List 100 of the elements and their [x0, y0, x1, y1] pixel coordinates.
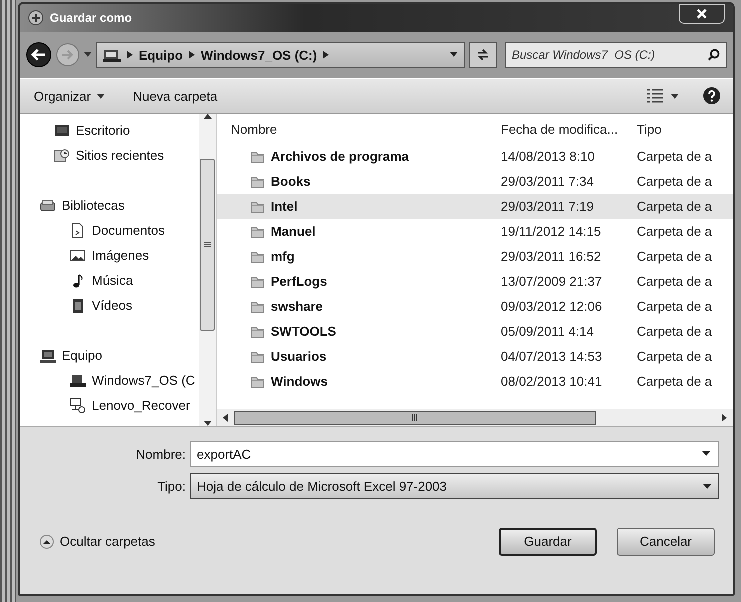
scroll-right-icon — [722, 414, 727, 422]
breadcrumb[interactable]: Equipo — [139, 48, 184, 62]
address-bar[interactable]: Equipo Windows7_OS (C:) — [96, 42, 465, 68]
file-name: SWTOOLS — [271, 324, 336, 339]
type-cell-text: Carpeta de a — [636, 349, 714, 364]
file-name: mfg — [271, 249, 295, 264]
field-label: Tipo: — [156, 478, 187, 494]
chevron-icon — [323, 51, 330, 59]
file-row[interactable]: Usuarios 04/07/2013 14:53 Carpeta de a — [217, 344, 733, 369]
field-label: Nombre: — [135, 446, 187, 462]
drive-icon — [103, 47, 121, 63]
scrollbar[interactable] — [217, 409, 733, 426]
folder-icon — [251, 350, 265, 364]
folder-icon — [251, 250, 265, 264]
list-view-icon — [647, 89, 663, 103]
sidebar-item[interactable]: Vídeos — [20, 293, 199, 318]
file-row[interactable]: swshare 09/03/2012 12:06 Carpeta de a — [217, 294, 733, 319]
refresh-icon — [476, 49, 490, 61]
folder-icon — [251, 300, 265, 314]
type-cell-text: Carpeta de a — [636, 374, 714, 389]
column-header[interactable]: Tipo — [623, 122, 733, 136]
sidebar-item[interactable]: Sitios recientes — [20, 143, 199, 168]
forward-icon — [56, 43, 80, 67]
file-row[interactable]: Archivos de programa 14/08/2013 8:10 Carpeta de a — [217, 144, 733, 169]
sidebar-item[interactable]: Bibliotecas — [20, 193, 199, 218]
file-name: swshare — [271, 299, 324, 314]
type-cell-text: Carpeta de a — [636, 299, 714, 314]
chevron-icon — [127, 51, 133, 59]
caret-icon — [84, 52, 92, 58]
date-cell-text: 19/11/2012 14:15 — [500, 224, 602, 239]
library-icon — [40, 198, 56, 214]
caret-icon — [671, 94, 679, 98]
filename-field[interactable]: exportAC — [190, 441, 719, 467]
caret-icon — [703, 484, 712, 488]
film-icon — [70, 298, 86, 314]
chevron-icon — [189, 51, 196, 59]
column-header[interactable]: Fecha de modifica... — [487, 122, 623, 136]
type-cell-text: Carpeta de a — [636, 199, 714, 214]
close-button[interactable] — [679, 4, 725, 24]
folder-icon — [251, 174, 265, 188]
sidebar-item[interactable]: Música — [20, 268, 199, 293]
hide-folders-button[interactable]: Ocultar carpetas — [38, 532, 158, 551]
file-row[interactable]: Intel 29/03/2011 7:19 Carpeta de a — [217, 194, 733, 219]
date-cell-text: 29/03/2011 16:52 — [500, 249, 602, 264]
file-row[interactable]: PerfLogs 13/07/2009 21:37 Carpeta de a — [217, 269, 733, 294]
date-cell-text: 08/02/2013 10:41 — [500, 374, 604, 389]
date-cell-text: 14/08/2013 8:10 — [500, 149, 596, 164]
file-name: Intel — [271, 199, 298, 214]
folder-icon — [251, 374, 265, 388]
sidebar-item[interactable]: Escritorio — [20, 118, 199, 143]
sidebar-item[interactable]: Documentos — [20, 218, 199, 243]
image-icon — [70, 248, 86, 264]
scrollbar[interactable] — [199, 114, 216, 426]
folder-icon — [251, 274, 265, 288]
desktop-icon — [54, 122, 70, 138]
computer-icon — [40, 348, 56, 364]
file-row[interactable]: Windows 08/02/2013 10:41 Carpeta de a — [217, 369, 733, 394]
date-cell-text: 29/03/2011 7:19 — [500, 199, 596, 214]
sidebar-item[interactable]: Lenovo_Recover — [20, 393, 199, 418]
grip-icon — [204, 242, 211, 248]
file-row[interactable]: Manuel 19/11/2012 14:15 Carpeta de a — [217, 219, 733, 244]
refresh-button[interactable] — [469, 42, 497, 68]
type-cell-text: Carpeta de a — [636, 224, 714, 239]
grip-icon — [412, 414, 418, 421]
collapse-icon — [40, 534, 54, 548]
view-button[interactable] — [645, 87, 681, 105]
sidebar-item[interactable]: Windows7_OS (C — [20, 368, 199, 393]
save-button[interactable]: Guardar — [499, 528, 597, 556]
folder-icon — [251, 200, 265, 214]
file-row[interactable]: SWTOOLS 05/09/2011 4:14 Carpeta de a — [217, 319, 733, 344]
document-icon — [70, 222, 86, 238]
date-cell-text: 09/03/2012 12:06 — [500, 299, 604, 314]
sidebar-item[interactable]: Imágenes — [20, 243, 199, 268]
folder-icon — [251, 224, 265, 238]
file-row[interactable]: mfg 29/03/2011 16:52 Carpeta de a — [217, 244, 733, 269]
menu-button[interactable]: Organizar — [30, 86, 110, 106]
search-field[interactable]: Buscar Windows7_OS (C:) — [505, 42, 727, 68]
folder-icon — [251, 150, 265, 164]
help-button[interactable] — [701, 85, 723, 107]
folder-icon — [251, 324, 265, 338]
file-name: PerfLogs — [271, 274, 328, 289]
caret-icon — [97, 94, 106, 98]
file-name: Books — [271, 174, 311, 189]
file-name: Archivos de programa — [271, 149, 409, 164]
toolbar-button[interactable]: Nueva carpeta — [129, 86, 222, 106]
type-cell-text: Carpeta de a — [636, 174, 714, 189]
back-icon — [26, 42, 52, 68]
network-drive-icon — [70, 398, 86, 414]
date-cell-text: 04/07/2013 14:53 — [500, 349, 604, 364]
sidebar-item[interactable]: Equipo — [20, 343, 199, 368]
date-cell-text: 29/03/2011 7:34 — [500, 174, 596, 189]
recent-places-icon — [54, 148, 70, 164]
column-header[interactable]: Nombre — [217, 122, 487, 136]
breadcrumb[interactable]: Windows7_OS (C:) — [201, 48, 318, 62]
cancel-button[interactable]: Cancelar — [617, 528, 715, 556]
date-cell-text: 13/07/2009 21:37 — [500, 274, 604, 289]
file-row[interactable]: Books 29/03/2011 7:34 Carpeta de a — [217, 169, 733, 194]
caret-icon — [450, 52, 458, 58]
file-type-dropdown[interactable]: Hoja de cálculo de Microsoft Excel 97-2003 — [190, 473, 719, 499]
scroll-left-icon — [223, 414, 228, 422]
